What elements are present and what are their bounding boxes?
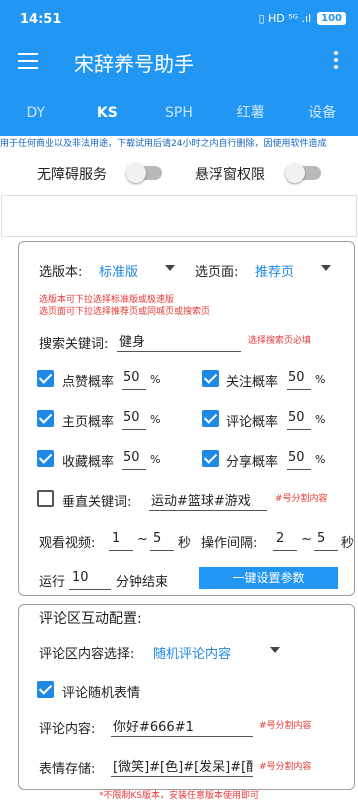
like-checkbox[interactable] bbox=[37, 370, 54, 387]
permission-row: 无障碍服务 悬浮窗权限 bbox=[0, 158, 358, 190]
tab-ks[interactable]: KS bbox=[72, 86, 144, 136]
interval-min-input[interactable]: 2 bbox=[273, 529, 297, 551]
interval-max-input[interactable]: 5 bbox=[314, 529, 338, 551]
version-dropdown-icon[interactable] bbox=[165, 265, 175, 271]
comment-config-title: 评论区互动配置: bbox=[39, 611, 142, 627]
version-note: 选版本可下拉选择标准版或极速版 bbox=[39, 295, 175, 305]
accessibility-switch[interactable] bbox=[126, 163, 162, 183]
tab-bar: DY KS SPH 红薯 设备 bbox=[0, 86, 358, 136]
page-dropdown-icon[interactable] bbox=[321, 265, 331, 271]
watch-min-input[interactable]: 1 bbox=[109, 529, 133, 551]
tab-dy[interactable]: DY bbox=[0, 86, 72, 136]
version-label: 选版本: bbox=[39, 265, 83, 280]
run-unit: 分钟结束 bbox=[116, 575, 169, 590]
page-note: 选页面可下拉选择推荐页或同城页或搜索页 bbox=[39, 307, 211, 317]
page-select-value[interactable]: 推荐页 bbox=[255, 261, 294, 280]
follow-input[interactable]: 50 bbox=[287, 368, 311, 390]
comment-content-select-value[interactable]: 随机评论内容 bbox=[153, 643, 231, 662]
keyword-label: 搜索关键词: bbox=[39, 337, 109, 352]
follow-label: 关注概率 bbox=[226, 375, 279, 390]
emoji-storage-input[interactable]: [微笑]#[色]#[发呆]#[酷 bbox=[111, 753, 253, 777]
notice-marquee: 用于任何商业以及非法用途，下载试用后请24小时之内自行删除，因使用软件造成 bbox=[0, 139, 327, 149]
run-minutes-input[interactable]: 10 bbox=[69, 568, 111, 590]
hamburger-menu-icon[interactable] bbox=[18, 53, 38, 69]
keyword-input-value: 健身 bbox=[119, 335, 146, 350]
emoji-storage-label: 表情存储: bbox=[39, 762, 96, 777]
vertical-keyword-label: 垂直关键词: bbox=[62, 495, 132, 510]
share-label: 分享概率 bbox=[226, 455, 279, 470]
version-select-value[interactable]: 标准版 bbox=[99, 261, 138, 280]
follow-checkbox[interactable] bbox=[202, 370, 219, 387]
interval-label: 操作间隔: bbox=[201, 536, 258, 551]
keyword-note: 选择搜索页必填 bbox=[248, 336, 312, 346]
comment-content-input[interactable]: 你好#666#1 bbox=[111, 713, 253, 737]
comment-input[interactable]: 50 bbox=[287, 408, 311, 430]
status-time: 14:51 bbox=[20, 12, 62, 27]
more-options-icon[interactable] bbox=[334, 51, 340, 71]
page-label: 选页面: bbox=[195, 265, 239, 280]
homepage-checkbox[interactable] bbox=[37, 410, 54, 427]
overlay-label: 悬浮窗权限 bbox=[195, 167, 265, 183]
vertical-keyword-input[interactable]: 运动#篮球#游戏 bbox=[149, 487, 267, 511]
comment-content-label: 评论内容: bbox=[39, 722, 96, 737]
like-label: 点赞概率 bbox=[62, 375, 115, 390]
favorite-input[interactable]: 50 bbox=[122, 448, 146, 470]
share-input[interactable]: 50 bbox=[287, 448, 311, 470]
app-title: 宋辞养号助手 bbox=[74, 52, 194, 76]
watch-label: 观看视频: bbox=[39, 536, 96, 551]
favorite-checkbox[interactable] bbox=[37, 450, 54, 467]
watch-unit: 秒 bbox=[178, 536, 192, 551]
app-bar: 宋辞养号助手 bbox=[0, 36, 358, 86]
run-label: 运行 bbox=[39, 575, 66, 590]
battery-icon: 100 bbox=[317, 12, 346, 25]
like-input[interactable]: 50 bbox=[122, 368, 146, 390]
tab-sph[interactable]: SPH bbox=[143, 86, 215, 136]
interval-unit: 秒 bbox=[341, 536, 355, 551]
settings-card: 选版本: 标准版 选页面: 推荐页 选版本可下拉选择标准版或极速版 选页面可下拉… bbox=[18, 241, 355, 596]
comment-content-value: 你好#666#1 bbox=[113, 720, 194, 735]
vertical-keyword-note: #号分割内容 bbox=[275, 494, 328, 504]
signal-icon: ▯ HD ⁵ᴳ .ıl bbox=[258, 12, 312, 25]
comment-content-dropdown-icon[interactable] bbox=[270, 647, 280, 653]
comment-content-select-label: 评论区内容选择: bbox=[39, 647, 135, 662]
random-emoji-label: 评论随机表情 bbox=[62, 686, 141, 701]
vertical-keyword-value: 运动#篮球#游戏 bbox=[151, 494, 251, 509]
favorite-label: 收藏概率 bbox=[62, 455, 115, 470]
homepage-input[interactable]: 50 bbox=[122, 408, 146, 430]
homepage-label: 主页概率 bbox=[62, 415, 115, 430]
share-checkbox[interactable] bbox=[202, 450, 219, 467]
accessibility-label: 无障碍服务 bbox=[37, 167, 107, 183]
one-click-setup-button[interactable]: 一键设置参数 bbox=[199, 567, 338, 589]
status-bar: 14:51 ▯ HD ⁵ᴳ .ıl 100 bbox=[0, 0, 358, 36]
vertical-keyword-checkbox[interactable] bbox=[37, 490, 54, 507]
emoji-storage-value: [微笑]#[色]#[发呆]#[酷 bbox=[113, 760, 253, 775]
overlay-switch[interactable] bbox=[285, 163, 321, 183]
status-icons: ▯ HD ⁵ᴳ .ıl 100 bbox=[258, 12, 346, 25]
tab-device[interactable]: 设备 bbox=[286, 86, 358, 136]
emoji-storage-note: #号分割内容 bbox=[259, 762, 312, 772]
watch-max-input[interactable]: 5 bbox=[150, 529, 174, 551]
comment-content-note: #号分割内容 bbox=[259, 721, 312, 731]
footer-note: *不限制KS版本，安装任意版本使用即可 bbox=[98, 791, 260, 800]
keyword-input[interactable]: 健身 bbox=[117, 328, 241, 352]
comment-checkbox[interactable] bbox=[202, 410, 219, 427]
log-output-box[interactable] bbox=[1, 195, 357, 237]
random-emoji-checkbox[interactable] bbox=[37, 681, 54, 698]
comment-label: 评论概率 bbox=[226, 415, 279, 430]
tab-hongshu[interactable]: 红薯 bbox=[215, 86, 287, 136]
comment-config-card: 评论区互动配置: 评论区内容选择: 随机评论内容 评论随机表情 评论内容: 你好… bbox=[18, 604, 355, 790]
